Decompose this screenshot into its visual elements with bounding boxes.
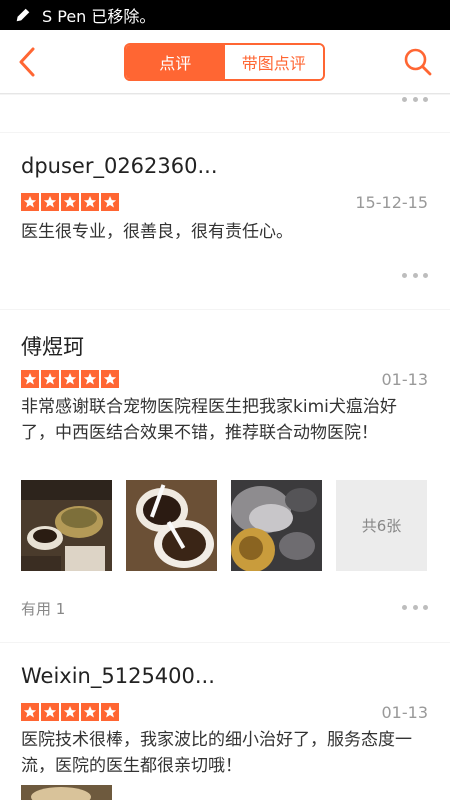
more-options-icon[interactable] (402, 95, 428, 103)
review-date: 15-12-15 (355, 193, 428, 212)
star-rating (21, 370, 119, 388)
star-icon (81, 370, 99, 388)
star-icon (101, 703, 119, 721)
star-icon (81, 703, 99, 721)
reviewer-name[interactable]: dpuser_0262360... (21, 154, 218, 178)
review-card[interactable]: Weixin_5125400... 01-13 医院技术很棒，我家波比的细小治好… (0, 643, 450, 800)
star-icon (41, 370, 59, 388)
star-icon (61, 703, 79, 721)
star-rating (21, 193, 119, 211)
star-icon (81, 193, 99, 211)
review-photo[interactable] (126, 480, 217, 571)
star-icon (101, 193, 119, 211)
reviewer-name[interactable]: 傅煜珂 (21, 331, 84, 361)
review-card[interactable]: 傅煜珂 01-13 非常感谢联合宠物医院程医生把我家kimi犬瘟治好了，中西医结… (0, 310, 450, 642)
list-item-previous (0, 95, 450, 132)
search-button[interactable] (400, 42, 436, 82)
nav-bar: 点评 带图点评 (0, 30, 450, 94)
more-photos-button[interactable]: 共6张 (336, 480, 427, 571)
more-options-icon[interactable] (402, 603, 428, 611)
review-photos: 共6张 (21, 480, 427, 571)
back-button[interactable] (10, 42, 44, 82)
status-text: S Pen 已移除。 (42, 7, 156, 26)
review-date: 01-13 (381, 370, 429, 389)
review-card[interactable]: dpuser_0262360... 15-12-15 医生很专业，很善良，很有责… (0, 133, 450, 309)
star-icon (21, 193, 39, 211)
review-photo[interactable] (21, 480, 112, 571)
star-icon (41, 703, 59, 721)
review-text: 非常感谢联合宠物医院程医生把我家kimi犬瘟治好了，中西医结合效果不错，推荐联合… (21, 397, 397, 443)
star-icon (101, 370, 119, 388)
star-rating (21, 703, 119, 721)
star-icon (21, 703, 39, 721)
review-date: 01-13 (381, 703, 429, 722)
search-icon (404, 48, 432, 76)
status-bar: S Pen 已移除。 (0, 0, 450, 30)
pen-icon (16, 8, 30, 22)
review-text: 医生很专业，很善良，很有责任心。 (21, 222, 293, 242)
review-photo[interactable] (21, 785, 112, 800)
review-photo[interactable] (231, 480, 322, 571)
review-list[interactable]: dpuser_0262360... 15-12-15 医生很专业，很善良，很有责… (0, 95, 450, 800)
review-text: 医院技术很棒，我家波比的细小治好了，服务态度一流，医院的医生都很亲切哦！ (21, 730, 412, 776)
star-icon (61, 370, 79, 388)
back-arrow-icon (19, 47, 35, 77)
useful-count[interactable]: 有用 1 (21, 598, 65, 619)
tab-photo-reviews[interactable]: 带图点评 (224, 45, 323, 79)
star-icon (61, 193, 79, 211)
star-icon (41, 193, 59, 211)
more-options-icon[interactable] (402, 271, 428, 279)
reviewer-name[interactable]: Weixin_5125400... (21, 664, 215, 688)
tab-reviews[interactable]: 点评 (126, 45, 225, 79)
review-tab-switch: 点评 带图点评 (124, 43, 325, 81)
star-icon (21, 370, 39, 388)
